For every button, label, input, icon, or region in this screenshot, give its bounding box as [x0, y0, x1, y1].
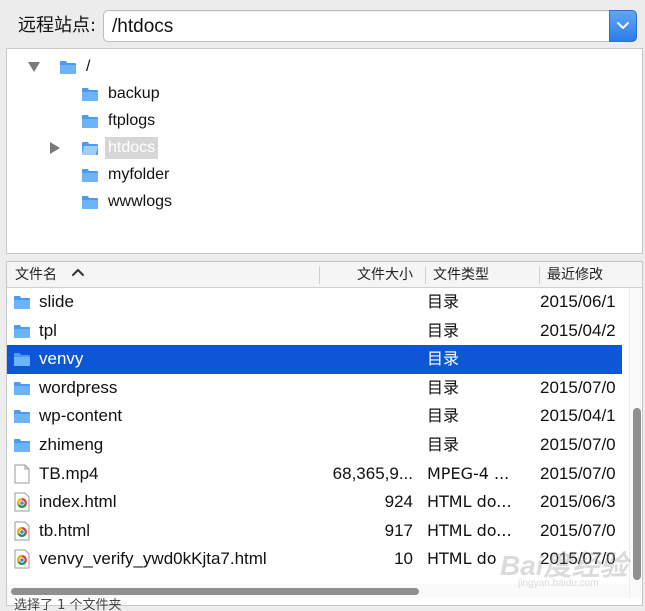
column-header-size[interactable]: 文件大小	[357, 265, 413, 285]
folder-open-icon	[82, 142, 98, 155]
folder-icon	[82, 196, 98, 209]
file-size-cell: 924	[384, 492, 413, 512]
folder-icon	[13, 323, 31, 344]
table-row[interactable]: wordpress 目录 2015/07/0	[7, 374, 622, 403]
file-type-cell: 目录	[427, 349, 460, 369]
file-name-cell: tpl	[39, 320, 57, 340]
folder-icon	[13, 437, 31, 458]
column-header-modified[interactable]: 最近修改	[547, 265, 603, 285]
folder-icon	[13, 294, 31, 315]
file-size-cell: 68,365,9...	[332, 463, 413, 483]
disclosure-collapsed-icon[interactable]	[49, 141, 61, 155]
table-row[interactable]: zhimeng 目录 2015/07/0	[7, 431, 622, 460]
remote-path-combobox[interactable]: /htdocs	[103, 10, 637, 42]
table-row[interactable]: slide 目录 2015/06/1	[7, 288, 622, 317]
table-row[interactable]: venvy_verify_ywd0kKjta7.html 10 HTML do 201…	[7, 545, 622, 574]
table-row[interactable]: tb.html 917 HTML do... 2015/07/0	[7, 517, 622, 546]
chrome-html-file-icon	[13, 492, 31, 517]
column-header-type[interactable]: 文件类型	[433, 265, 489, 285]
table-row[interactable]: index.html 924 HTML do... 2015/06/3	[7, 488, 622, 517]
tree-root-row[interactable]: /	[27, 55, 93, 79]
vertical-scroll-thumb[interactable]	[633, 408, 641, 580]
tree-item-backup[interactable]: backup	[81, 82, 163, 106]
tree-item-label[interactable]: ftplogs	[105, 110, 158, 132]
vertical-scrollbar[interactable]	[629, 288, 642, 598]
remote-site-bar: 远程站点: /htdocs	[0, 0, 645, 52]
tree-item-label[interactable]: myfolder	[105, 164, 172, 186]
chevron-down-icon	[617, 22, 629, 29]
horizontal-scroll-thumb[interactable]	[11, 588, 419, 595]
folder-icon	[13, 408, 31, 429]
file-size-cell: 917	[384, 520, 413, 540]
file-name-cell: wp-content	[39, 406, 123, 426]
folder-icon	[60, 61, 76, 74]
file-type-cell: 目录	[427, 406, 460, 426]
table-row[interactable]: tpl 目录 2015/04/2	[7, 317, 622, 346]
folder-icon	[13, 380, 31, 401]
table-row[interactable]: wp-content 目录 2015/04/1	[7, 402, 622, 431]
file-name-cell: zhimeng	[39, 435, 104, 454]
file-size-cell: 10	[394, 549, 413, 569]
blank-file-icon	[13, 464, 31, 489]
file-type-cell: 目录	[427, 320, 460, 340]
file-modified-cell: 2015/04/1	[540, 406, 616, 426]
disclosure-expanded-icon[interactable]	[27, 61, 41, 73]
file-list-header: 文件名 文件大小 文件类型 最近修改	[7, 262, 642, 288]
tree-item-ftplogs[interactable]: ftplogs	[81, 109, 158, 133]
file-type-cell: HTML do...	[427, 492, 512, 512]
folder-icon	[82, 115, 98, 128]
file-type-cell: 目录	[427, 435, 460, 454]
file-modified-cell: 2015/04/2	[540, 320, 616, 340]
tree-item-root[interactable]: /	[83, 56, 93, 78]
table-row[interactable]: venvy 目录	[7, 345, 622, 374]
file-modified-cell: 2015/06/3	[540, 492, 616, 512]
file-type-cell: HTML do	[427, 549, 497, 569]
file-modified-cell: 2015/07/0	[540, 377, 616, 397]
folder-icon	[82, 88, 98, 101]
table-row[interactable]: TB.mp4 68,365,9... MPEG-4 ... 2015/07/0	[7, 460, 622, 489]
column-separator[interactable]	[319, 266, 320, 284]
file-name-cell: slide	[39, 292, 74, 311]
tree-item-label[interactable]: htdocs	[105, 137, 159, 159]
column-separator[interactable]	[425, 266, 426, 284]
path-dropdown-button[interactable]	[609, 10, 637, 42]
chrome-html-file-icon	[13, 521, 31, 546]
remote-directory-tree[interactable]: / backup ftplogs htdocs myfolder wwwlogs	[6, 48, 643, 254]
file-name-cell: venvy_verify_ywd0kKjta7.html	[39, 549, 267, 569]
status-text: 选择了 1 个文件夹	[14, 598, 122, 611]
tree-item-label[interactable]: backup	[105, 83, 163, 105]
panel-splitter[interactable]	[0, 254, 645, 261]
file-name-cell: wordpress	[39, 377, 118, 397]
column-separator[interactable]	[539, 266, 540, 284]
file-name-cell: venvy	[39, 349, 84, 369]
file-type-cell: MPEG-4 ...	[427, 463, 510, 483]
file-type-cell: HTML do...	[427, 520, 512, 540]
file-name-cell: TB.mp4	[39, 463, 99, 483]
horizontal-scrollbar[interactable]	[7, 584, 629, 598]
remote-path-value[interactable]: /htdocs	[112, 15, 173, 39]
file-modified-cell: 2015/07/0	[540, 435, 616, 454]
file-type-cell: 目录	[427, 377, 460, 397]
file-modified-cell: 2015/07/0	[540, 463, 616, 483]
file-type-cell: 目录	[427, 292, 460, 311]
sort-ascending-icon[interactable]	[71, 267, 85, 277]
tree-item-htdocs[interactable]: htdocs	[49, 136, 159, 160]
column-header-name[interactable]: 文件名	[15, 265, 57, 285]
file-modified-cell: 2015/07/0	[540, 549, 616, 569]
chrome-html-file-icon	[13, 549, 31, 574]
file-name-cell: tb.html	[39, 520, 91, 540]
file-modified-cell: 2015/07/0	[540, 520, 616, 540]
tree-item-label[interactable]: wwwlogs	[105, 191, 175, 213]
folder-icon	[13, 351, 31, 372]
folder-icon	[82, 169, 98, 182]
tree-item-wwwlogs[interactable]: wwwlogs	[81, 190, 175, 214]
remote-site-label: 远程站点:	[18, 15, 97, 36]
file-name-cell: index.html	[39, 492, 117, 512]
remote-file-list[interactable]: 文件名 文件大小 文件类型 最近修改 slide 目录 2015/06/1 tpl 目录…	[6, 261, 643, 606]
tree-item-myfolder[interactable]: myfolder	[81, 163, 172, 187]
file-modified-cell: 2015/06/1	[540, 292, 616, 311]
